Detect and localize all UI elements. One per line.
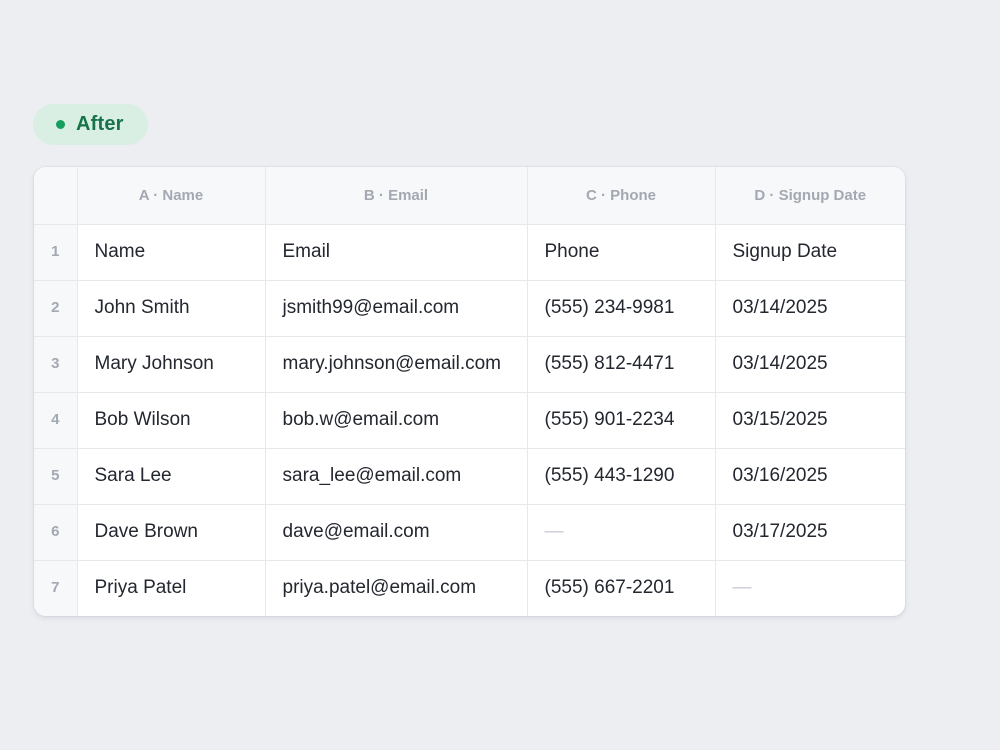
column-header-b[interactable]: B · Email bbox=[265, 167, 528, 225]
cell-phone[interactable]: (555) 234-9981 bbox=[527, 280, 716, 337]
table-row: 2 John Smith jsmith99@email.com (555) 23… bbox=[34, 280, 905, 337]
row-number[interactable]: 7 bbox=[34, 560, 78, 616]
cell-phone[interactable]: (555) 443-1290 bbox=[527, 448, 716, 505]
cell-signup-date[interactable]: 03/14/2025 bbox=[715, 280, 905, 337]
table-row: 6 Dave Brown dave@email.com — 03/17/2025 bbox=[34, 504, 905, 561]
cell-name[interactable]: Sara Lee bbox=[77, 448, 266, 505]
row-number[interactable]: 5 bbox=[34, 448, 78, 505]
cell-email[interactable]: bob.w@email.com bbox=[265, 392, 528, 449]
after-badge: After bbox=[33, 104, 148, 145]
badge-label: After bbox=[76, 113, 124, 135]
cell-name[interactable]: Bob Wilson bbox=[77, 392, 266, 449]
table-row: 4 Bob Wilson bob.w@email.com (555) 901-2… bbox=[34, 392, 905, 449]
spreadsheet: A · Name B · Email C · Phone D · Signup … bbox=[34, 167, 905, 616]
row-number[interactable]: 6 bbox=[34, 504, 78, 561]
cell-email[interactable]: mary.johnson@email.com bbox=[265, 336, 528, 393]
table-row: 1 Name Email Phone Signup Date bbox=[34, 224, 905, 281]
cell-signup-date[interactable]: 03/17/2025 bbox=[715, 504, 905, 561]
cell-email[interactable]: jsmith99@email.com bbox=[265, 280, 528, 337]
column-header-row: A · Name B · Email C · Phone D · Signup … bbox=[34, 167, 905, 225]
spreadsheet-grid: A · Name B · Email C · Phone D · Signup … bbox=[34, 167, 905, 616]
status-dot-icon bbox=[56, 120, 65, 129]
corner-cell[interactable] bbox=[34, 167, 78, 225]
column-header-d[interactable]: D · Signup Date bbox=[715, 167, 905, 225]
cell-signup-date[interactable]: 03/15/2025 bbox=[715, 392, 905, 449]
cell-phone[interactable]: (555) 812-4471 bbox=[527, 336, 716, 393]
cell-phone-empty[interactable]: — bbox=[527, 504, 716, 561]
table-row: 5 Sara Lee sara_lee@email.com (555) 443-… bbox=[34, 448, 905, 505]
table-row: 3 Mary Johnson mary.johnson@email.com (5… bbox=[34, 336, 905, 393]
cell-name[interactable]: Dave Brown bbox=[77, 504, 266, 561]
cell-email[interactable]: Email bbox=[265, 224, 528, 281]
cell-signup-date-empty[interactable]: — bbox=[715, 560, 905, 616]
cell-email[interactable]: sara_lee@email.com bbox=[265, 448, 528, 505]
cell-name[interactable]: Mary Johnson bbox=[77, 336, 266, 393]
column-header-a[interactable]: A · Name bbox=[77, 167, 266, 225]
row-number[interactable]: 1 bbox=[34, 224, 78, 281]
column-header-c[interactable]: C · Phone bbox=[527, 167, 716, 225]
cell-name[interactable]: Name bbox=[77, 224, 266, 281]
table-row: 7 Priya Patel priya.patel@email.com (555… bbox=[34, 560, 905, 616]
cell-signup-date[interactable]: Signup Date bbox=[715, 224, 905, 281]
cell-email[interactable]: priya.patel@email.com bbox=[265, 560, 528, 616]
cell-phone[interactable]: Phone bbox=[527, 224, 716, 281]
cell-name[interactable]: Priya Patel bbox=[77, 560, 266, 616]
cell-email[interactable]: dave@email.com bbox=[265, 504, 528, 561]
row-number[interactable]: 3 bbox=[34, 336, 78, 393]
cell-phone[interactable]: (555) 667-2201 bbox=[527, 560, 716, 616]
cell-signup-date[interactable]: 03/16/2025 bbox=[715, 448, 905, 505]
row-number[interactable]: 4 bbox=[34, 392, 78, 449]
cell-signup-date[interactable]: 03/14/2025 bbox=[715, 336, 905, 393]
row-number[interactable]: 2 bbox=[34, 280, 78, 337]
cell-phone[interactable]: (555) 901-2234 bbox=[527, 392, 716, 449]
cell-name[interactable]: John Smith bbox=[77, 280, 266, 337]
